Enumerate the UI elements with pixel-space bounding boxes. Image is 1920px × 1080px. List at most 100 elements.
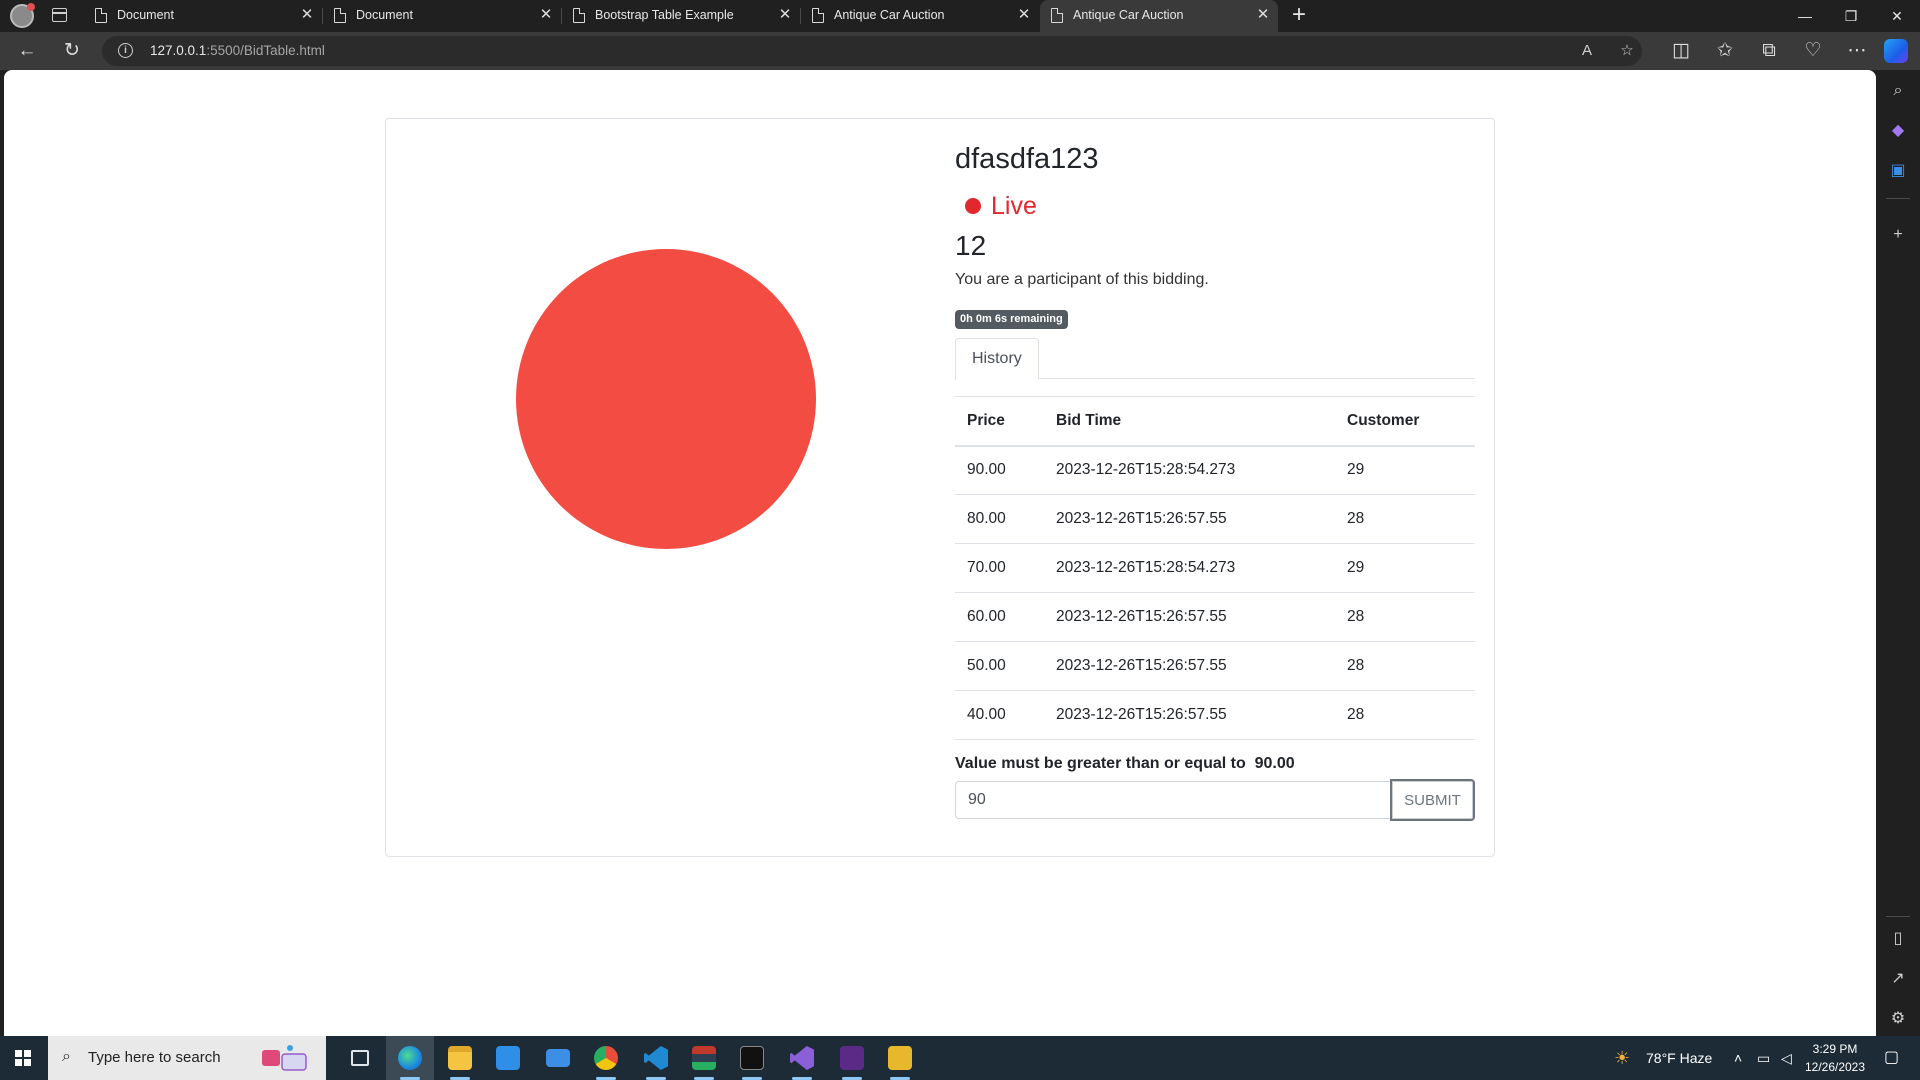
- collections-icon[interactable]: ⧉: [1754, 37, 1784, 65]
- store-icon[interactable]: [484, 1036, 532, 1080]
- split-screen-icon[interactable]: ◫: [1666, 37, 1696, 65]
- task-view-icon[interactable]: [336, 1036, 384, 1080]
- refresh-icon[interactable]: ↻: [57, 37, 87, 65]
- copilot-icon[interactable]: [1884, 39, 1908, 63]
- tab-actions-icon[interactable]: [52, 8, 67, 22]
- cell-bid-time: 2023-12-26T15:26:57.55: [1044, 641, 1335, 691]
- weather-text[interactable]: 78°F Haze: [1646, 1036, 1712, 1080]
- participant-message: You are a participant of this bidding.: [955, 271, 1209, 288]
- close-tab-icon[interactable]: ✕: [1254, 6, 1272, 24]
- column-header-price[interactable]: Price: [955, 396, 1044, 447]
- page-icon: [334, 8, 346, 23]
- chrome-icon[interactable]: [582, 1036, 630, 1080]
- column-header-customer[interactable]: Customer: [1335, 396, 1475, 447]
- mail-icon[interactable]: [534, 1036, 582, 1080]
- edge-glyph: [398, 1046, 422, 1070]
- visual-studio-icon[interactable]: [778, 1036, 826, 1080]
- restore-button[interactable]: ❐: [1828, 0, 1874, 32]
- terminal-glyph: [740, 1046, 764, 1070]
- search-icon[interactable]: ⌕: [1885, 78, 1911, 104]
- tab-title: Antique Car Auction: [834, 8, 945, 22]
- vscode-icon[interactable]: [632, 1036, 680, 1080]
- taskbar-search-box[interactable]: ⌕ Type here to search: [48, 1036, 326, 1080]
- cell-price: 70.00: [955, 543, 1044, 593]
- close-tab-icon[interactable]: ✕: [537, 6, 555, 24]
- page-viewport: dfasdfa123 Live 12 You are a participant…: [4, 70, 1876, 1036]
- copilot-sidebar-icon[interactable]: ◆: [1885, 118, 1911, 144]
- url-text[interactable]: 127.0.0.1:5500/BidTable.html: [150, 43, 325, 58]
- table-row: 90.00 2023-12-26T15:28:54.273 29: [955, 445, 1475, 495]
- browser-tab-document-1[interactable]: Document ✕: [84, 0, 322, 32]
- browser-tab-antique-car-auction-2[interactable]: Antique Car Auction ✕: [1040, 0, 1278, 32]
- store-glyph: [496, 1046, 520, 1070]
- clock-time: 3:29 PM: [1812, 1042, 1858, 1056]
- bid-amount-input[interactable]: [955, 781, 1391, 819]
- chrome-glyph: [594, 1046, 618, 1070]
- close-tab-icon[interactable]: ✕: [776, 6, 794, 24]
- close-tab-icon[interactable]: ✕: [298, 6, 316, 24]
- cell-price: 60.00: [955, 592, 1044, 642]
- close-tab-icon[interactable]: ✕: [1015, 6, 1033, 24]
- address-bar[interactable]: i 127.0.0.1:5500/BidTable.html A ☆: [102, 36, 1642, 66]
- tab-separator: [561, 8, 562, 24]
- browser-tab-bootstrap-table[interactable]: Bootstrap Table Example ✕: [561, 0, 800, 32]
- close-window-button[interactable]: ✕: [1874, 0, 1920, 32]
- app-purple-glyph: [840, 1046, 864, 1070]
- app-icon-purple[interactable]: [828, 1036, 876, 1080]
- browser-essentials-icon[interactable]: ♡: [1798, 37, 1828, 65]
- app-icon-yellow[interactable]: [876, 1036, 924, 1080]
- browser-tab-antique-car-auction-1[interactable]: Antique Car Auction ✕: [800, 0, 1039, 32]
- volume-icon[interactable]: ◁: [1781, 1036, 1792, 1080]
- url-host: 127.0.0.1: [150, 43, 207, 58]
- new-tab-button[interactable]: +: [1286, 3, 1312, 29]
- live-dot-icon: [965, 198, 981, 214]
- tab-separator: [800, 8, 801, 24]
- terminal-icon[interactable]: [728, 1036, 776, 1080]
- show-hidden-icons-chevron-icon[interactable]: ˄: [1734, 1036, 1742, 1080]
- read-aloud-icon[interactable]: A: [1576, 40, 1598, 62]
- browser-sidebar: ⌕ ◆ ▣ + ▯ ↗ ⚙: [1876, 70, 1920, 1036]
- app-glyph: [692, 1046, 716, 1070]
- mail-glyph: [546, 1049, 570, 1067]
- notifications-icon[interactable]: ▢: [1884, 1036, 1899, 1080]
- add-icon[interactable]: +: [1885, 222, 1911, 248]
- submit-bid-button[interactable]: SUBMIT: [1390, 779, 1475, 821]
- cell-price: 90.00: [955, 445, 1044, 495]
- profile-avatar-icon[interactable]: [10, 3, 35, 28]
- more-options-icon[interactable]: ⋯: [1842, 37, 1872, 65]
- vscode-glyph: [644, 1046, 668, 1070]
- favorites-icon[interactable]: ✩: [1710, 37, 1740, 65]
- browser-tab-bar: Document ✕ Document ✕ Bootstrap Table Ex…: [0, 0, 1920, 32]
- cell-bid-time: 2023-12-26T15:26:57.55: [1044, 494, 1335, 544]
- file-explorer-icon[interactable]: [436, 1036, 484, 1080]
- network-icon[interactable]: ▭: [1757, 1036, 1770, 1080]
- cell-price: 50.00: [955, 641, 1044, 691]
- back-arrow-icon[interactable]: ←: [12, 37, 42, 65]
- windows-start-icon[interactable]: [15, 1050, 31, 1066]
- column-header-bid-time[interactable]: Bid Time: [1044, 396, 1335, 447]
- weather-sun-icon[interactable]: ☀: [1614, 1036, 1630, 1080]
- table-row: 50.00 2023-12-26T15:26:57.55 28: [955, 641, 1475, 691]
- app-icon[interactable]: [680, 1036, 728, 1080]
- sidebar-divider: [1886, 198, 1910, 199]
- taskbar-clock[interactable]: 3:29 PM 12/26/2023: [1796, 1040, 1874, 1076]
- settings-gear-icon[interactable]: ⚙: [1885, 1006, 1911, 1032]
- task-view-glyph: [351, 1050, 369, 1066]
- page-icon: [573, 8, 585, 23]
- minimize-button[interactable]: —: [1782, 0, 1828, 32]
- table-row: 60.00 2023-12-26T15:26:57.55 28: [955, 592, 1475, 642]
- outlook-icon[interactable]: ▣: [1885, 158, 1911, 184]
- page-icon: [1051, 8, 1063, 23]
- tab-history[interactable]: History: [955, 338, 1039, 380]
- edge-taskbar-icon[interactable]: [386, 1036, 434, 1080]
- external-link-icon[interactable]: ↗: [1885, 966, 1911, 992]
- browser-tab-document-2[interactable]: Document ✕: [322, 0, 561, 32]
- favorite-star-icon[interactable]: ☆: [1616, 40, 1638, 62]
- hide-sidebar-icon[interactable]: ▯: [1885, 926, 1911, 952]
- bid-count: 12: [955, 230, 987, 261]
- browser-toolbar: ← ↻ i 127.0.0.1:5500/BidTable.html A ☆ ◫…: [0, 32, 1920, 70]
- tab-title: Bootstrap Table Example: [595, 8, 734, 22]
- site-info-icon[interactable]: i: [118, 43, 133, 58]
- cell-customer: 29: [1335, 543, 1475, 593]
- cell-customer: 28: [1335, 641, 1475, 691]
